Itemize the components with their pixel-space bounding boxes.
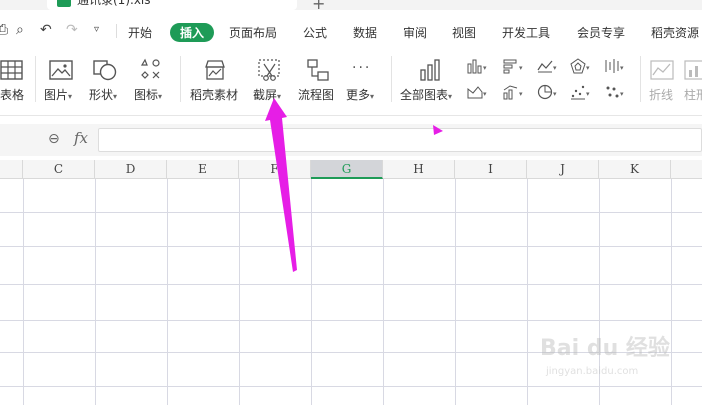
annotation-arrow (265, 98, 443, 272)
annotation-marker (433, 125, 443, 135)
